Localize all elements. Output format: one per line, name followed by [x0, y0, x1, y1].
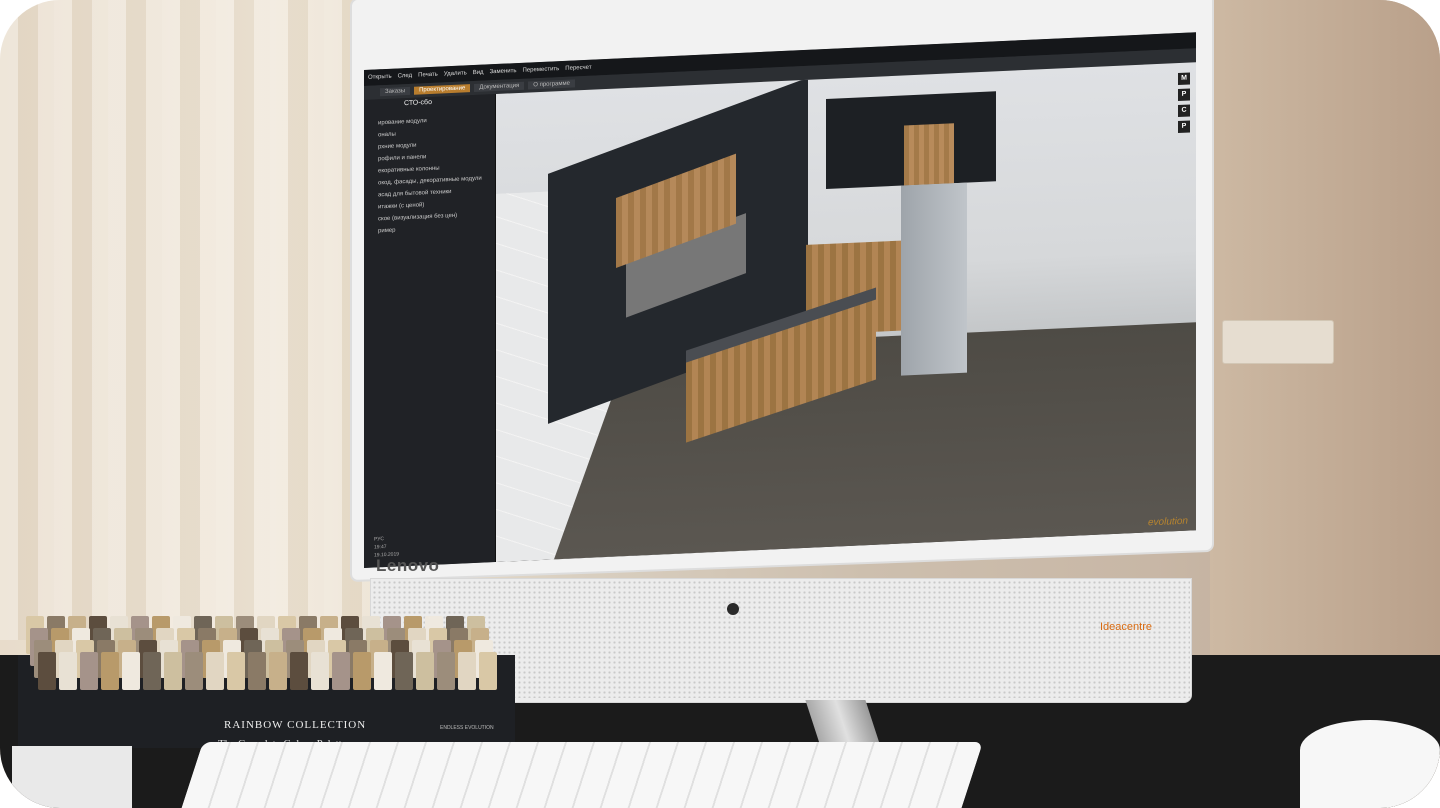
photo-scene: Открыть След Печать Удалить Вид Заменить… — [0, 0, 1440, 808]
light-switch — [1222, 320, 1334, 364]
tool-p2-icon[interactable]: P — [1178, 120, 1190, 134]
color-chip — [374, 652, 392, 690]
tab-about[interactable]: О программе — [528, 79, 575, 90]
color-chip — [332, 652, 350, 690]
color-chip — [38, 652, 56, 690]
color-chip — [206, 652, 224, 690]
app-watermark: evolution — [1147, 515, 1188, 529]
color-chip — [143, 652, 161, 690]
wood-upper-door[interactable] — [904, 123, 954, 186]
toolbar-open[interactable]: Открыть — [368, 74, 392, 81]
tool-m-icon[interactable]: M — [1178, 72, 1190, 86]
3d-viewport[interactable]: M P C P evolution — [496, 62, 1196, 563]
color-chip — [395, 652, 413, 690]
catalog-list: ирование модули оналы рхние модули рофил… — [378, 113, 482, 238]
toolbar-replace[interactable]: Заменить — [490, 68, 517, 75]
model-label: Ideacentre — [1100, 621, 1152, 633]
color-chips — [26, 610, 516, 720]
toolbar-print[interactable]: Печать — [418, 72, 438, 79]
sample-brand: ENDLESS EVOLUTION — [440, 725, 494, 731]
toolbar-move[interactable]: Переместить — [523, 66, 560, 74]
tab-orders[interactable]: Заказы — [380, 86, 411, 97]
sample-title: RAINBOW COLLECTION — [224, 719, 367, 731]
color-chip — [458, 652, 476, 690]
coffee-cup — [1300, 720, 1440, 808]
tool-c-icon[interactable]: C — [1178, 104, 1190, 118]
color-chip — [311, 652, 329, 690]
tool-p-icon[interactable]: P — [1178, 88, 1190, 102]
keyboard — [177, 742, 983, 808]
book — [12, 746, 132, 808]
catalog-sidebar: СТО-сбо ирование модули оналы рхние моду… — [364, 94, 496, 568]
color-chip — [101, 652, 119, 690]
color-chip — [185, 652, 203, 690]
tab-design[interactable]: Проектирование — [414, 84, 471, 95]
sidebar-title: СТО-сбо — [404, 98, 432, 108]
color-chip — [59, 652, 77, 690]
color-chip — [227, 652, 245, 690]
monitor-brand: Lenovo — [376, 556, 440, 575]
webcam-icon — [727, 603, 739, 615]
color-chip — [248, 652, 266, 690]
color-chip — [290, 652, 308, 690]
toolbar-next[interactable]: След — [398, 73, 413, 80]
fridge-model[interactable] — [901, 182, 967, 376]
tab-docs[interactable]: Документация — [474, 81, 525, 92]
color-chip — [479, 652, 497, 690]
toolbar-view[interactable]: Вид — [473, 70, 484, 76]
color-chip — [353, 652, 371, 690]
color-chip — [80, 652, 98, 690]
color-chip — [122, 652, 140, 690]
color-chip — [164, 652, 182, 690]
view-toolstrip: M P C P — [1178, 72, 1192, 134]
toolbar-delete[interactable]: Удалить — [444, 70, 467, 77]
monitor-screen: Открыть След Печать Удалить Вид Заменить… — [364, 32, 1196, 568]
color-chip — [269, 652, 287, 690]
toolbar-recalc[interactable]: Пересчет — [565, 65, 591, 72]
color-chip — [416, 652, 434, 690]
color-chip — [437, 652, 455, 690]
